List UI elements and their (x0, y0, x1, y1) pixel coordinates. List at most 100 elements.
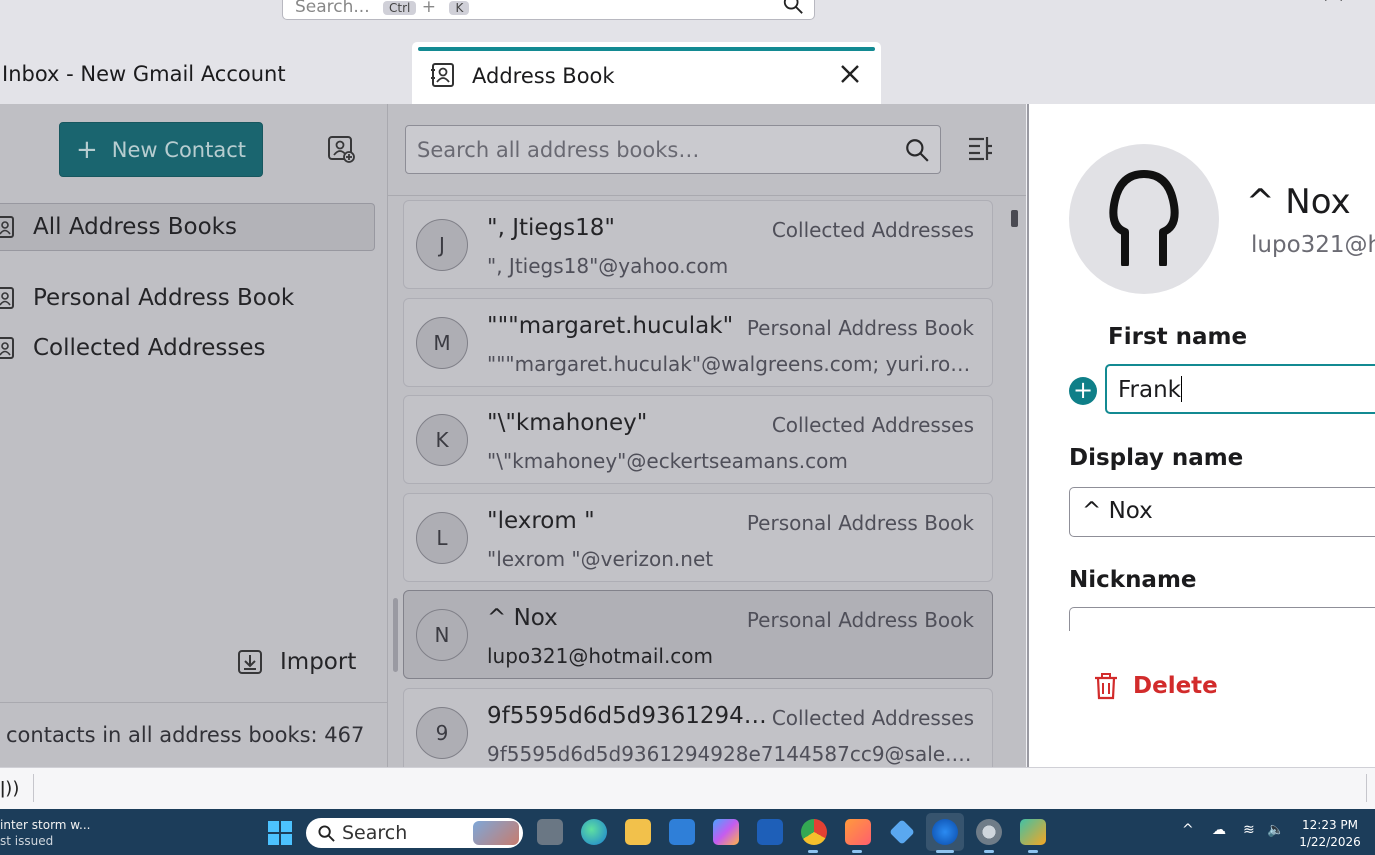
books-sidebar: + New Contact All Address Books Personal… (0, 104, 388, 768)
first-name-value: Frank (1118, 377, 1182, 403)
contact-book: Personal Address Book (746, 316, 974, 340)
app-orange-icon[interactable] (845, 819, 871, 845)
chrome-icon[interactable] (801, 819, 827, 845)
weather-headline: inter storm w... (0, 818, 91, 832)
weather-widget[interactable]: inter storm w... st issued (0, 817, 90, 849)
paint-icon[interactable] (1020, 819, 1046, 845)
contact-name: ^ Nox (487, 605, 558, 631)
sidebar-item-label: Collected Addresses (33, 335, 266, 361)
tab-strip: Inbox - New Gmail Account Address Book (0, 38, 1375, 104)
microsoft-store-icon[interactable] (669, 819, 695, 845)
pane-splitter[interactable] (393, 598, 398, 672)
search-icon (906, 139, 929, 162)
avatar: L (416, 512, 468, 564)
restore-icon[interactable] (1236, 0, 1260, 12)
delete-contact-button[interactable]: Delete (1093, 672, 1218, 700)
contact-book: Collected Addresses (771, 413, 974, 437)
contact-email: lupo321@hotmail.com (487, 644, 714, 668)
tab-address-book-label: Address Book (472, 64, 615, 88)
task-view-icon[interactable] (537, 819, 563, 845)
divider (388, 195, 1026, 196)
list-scrollbar-thumb[interactable] (1011, 210, 1018, 227)
contact-card[interactable]: 9 9f5595d6d5d936129492… Collected Addres… (403, 688, 993, 777)
new-contact-label: New Contact (111, 137, 246, 162)
search-highlight-image (473, 821, 519, 845)
wifi-icon[interactable]: ≋ (1243, 822, 1255, 838)
contact-book: Personal Address Book (746, 511, 974, 535)
delete-label: Delete (1133, 673, 1218, 699)
contact-email: ", Jtiegs18"@yahoo.com (487, 254, 729, 278)
search-address-books-placeholder: Search all address books… (417, 138, 700, 162)
first-name-label: First name (1108, 324, 1248, 350)
contact-card[interactable]: J ", Jtiegs18" Collected Addresses ", Jt… (403, 200, 993, 289)
file-explorer-icon[interactable] (625, 819, 651, 845)
edge-browser-icon[interactable] (581, 819, 607, 845)
taskbar-clock[interactable]: 12:23 PM 1/22/2026 (1296, 817, 1364, 851)
running-indicator-active (936, 850, 954, 853)
contact-card[interactable]: M """margaret.huculak" Personal Address … (403, 298, 993, 387)
contact-name: 9f5595d6d5d936129492… (487, 703, 772, 729)
contact-name: "\"kmahoney" (487, 410, 648, 436)
sidebar-item-collected-addresses[interactable]: Collected Addresses (0, 324, 375, 372)
plus-icon: + (76, 134, 98, 165)
text-caret (1181, 376, 1183, 402)
contact-card-selected[interactable]: N ^ Nox Personal Address Book lupo321@ho… (403, 590, 993, 679)
address-book-icon (431, 63, 454, 87)
address-book-icon (0, 287, 14, 309)
form-clip (1029, 631, 1375, 651)
contact-email: "lexrom "@verizon.net (487, 547, 714, 571)
contacts-count: contacts in all address books: 467 (0, 702, 388, 768)
app-shield-icon[interactable] (757, 819, 783, 845)
contacts-list-pane: Search all address books… J ", Jtiegs18"… (388, 104, 1026, 777)
shortcut-key-k: K (449, 1, 470, 15)
title-bar: Search... Ctrl + K (0, 0, 1375, 38)
onedrive-icon[interactable]: ☁ (1212, 822, 1226, 838)
online-status-icon[interactable]: ǀ)) (0, 778, 19, 799)
search-address-books-input[interactable]: Search all address books… (405, 125, 941, 174)
display-name-field[interactable]: ^ Nox (1069, 487, 1375, 537)
taskbar-search[interactable]: Search (306, 818, 523, 848)
avatar: 9 (416, 707, 468, 759)
global-search-placeholder: Search... (295, 0, 370, 17)
weather-subline: st issued (0, 834, 54, 848)
global-search-input[interactable]: Search... Ctrl + K (282, 0, 815, 20)
import-icon (238, 650, 262, 674)
close-window-icon[interactable] (1322, 0, 1346, 12)
volume-icon[interactable]: 🔈 (1267, 822, 1284, 838)
close-tab-icon[interactable] (839, 63, 861, 85)
new-address-book-icon[interactable] (326, 134, 356, 164)
list-display-options-icon[interactable] (966, 134, 994, 162)
avatar: J (416, 219, 468, 271)
running-indicator (984, 850, 994, 853)
clock-date: 1/22/2026 (1299, 835, 1361, 849)
import-button[interactable]: Import (236, 648, 356, 676)
clock-time: 12:23 PM (1302, 818, 1358, 832)
active-tab-indicator (418, 47, 875, 51)
add-name-fields-button[interactable]: + (1069, 377, 1097, 405)
thunderbird-icon[interactable] (932, 819, 958, 845)
sidebar-item-personal-address-book[interactable]: Personal Address Book (0, 274, 375, 322)
copilot-icon[interactable] (713, 819, 739, 845)
tab-inbox[interactable]: Inbox - New Gmail Account (2, 62, 286, 86)
sidebar-item-label: All Address Books (33, 214, 237, 240)
search-icon (318, 825, 335, 842)
sidebar-item-label: Personal Address Book (33, 285, 295, 311)
running-indicator (1028, 850, 1038, 853)
contact-photo[interactable] (1069, 144, 1219, 294)
contact-card[interactable]: L "lexrom " Personal Address Book "lexro… (403, 493, 993, 582)
windows-start-icon[interactable] (268, 821, 292, 845)
sidebar-item-all-address-books[interactable]: All Address Books (0, 203, 375, 251)
contact-book: Collected Addresses (771, 706, 974, 730)
dropbox-icon[interactable] (889, 819, 915, 845)
settings-gear-icon[interactable] (976, 819, 1002, 845)
address-book-icon (0, 216, 14, 238)
first-name-field[interactable]: Frank (1105, 364, 1375, 414)
contact-card[interactable]: K "\"kmahoney" Collected Addresses "\"km… (403, 395, 993, 484)
new-contact-button[interactable]: + New Contact (59, 122, 263, 177)
tab-address-book[interactable]: Address Book (412, 42, 881, 104)
show-hidden-icons-chevron-icon[interactable]: ^ (1182, 822, 1194, 838)
avatar: M (416, 317, 468, 369)
contact-editor: ^ Nox lupo321@h First name + Frank Displ… (1027, 104, 1375, 768)
display-name-value: ^ Nox (1082, 498, 1153, 524)
minimize-icon[interactable] (1064, 0, 1088, 12)
